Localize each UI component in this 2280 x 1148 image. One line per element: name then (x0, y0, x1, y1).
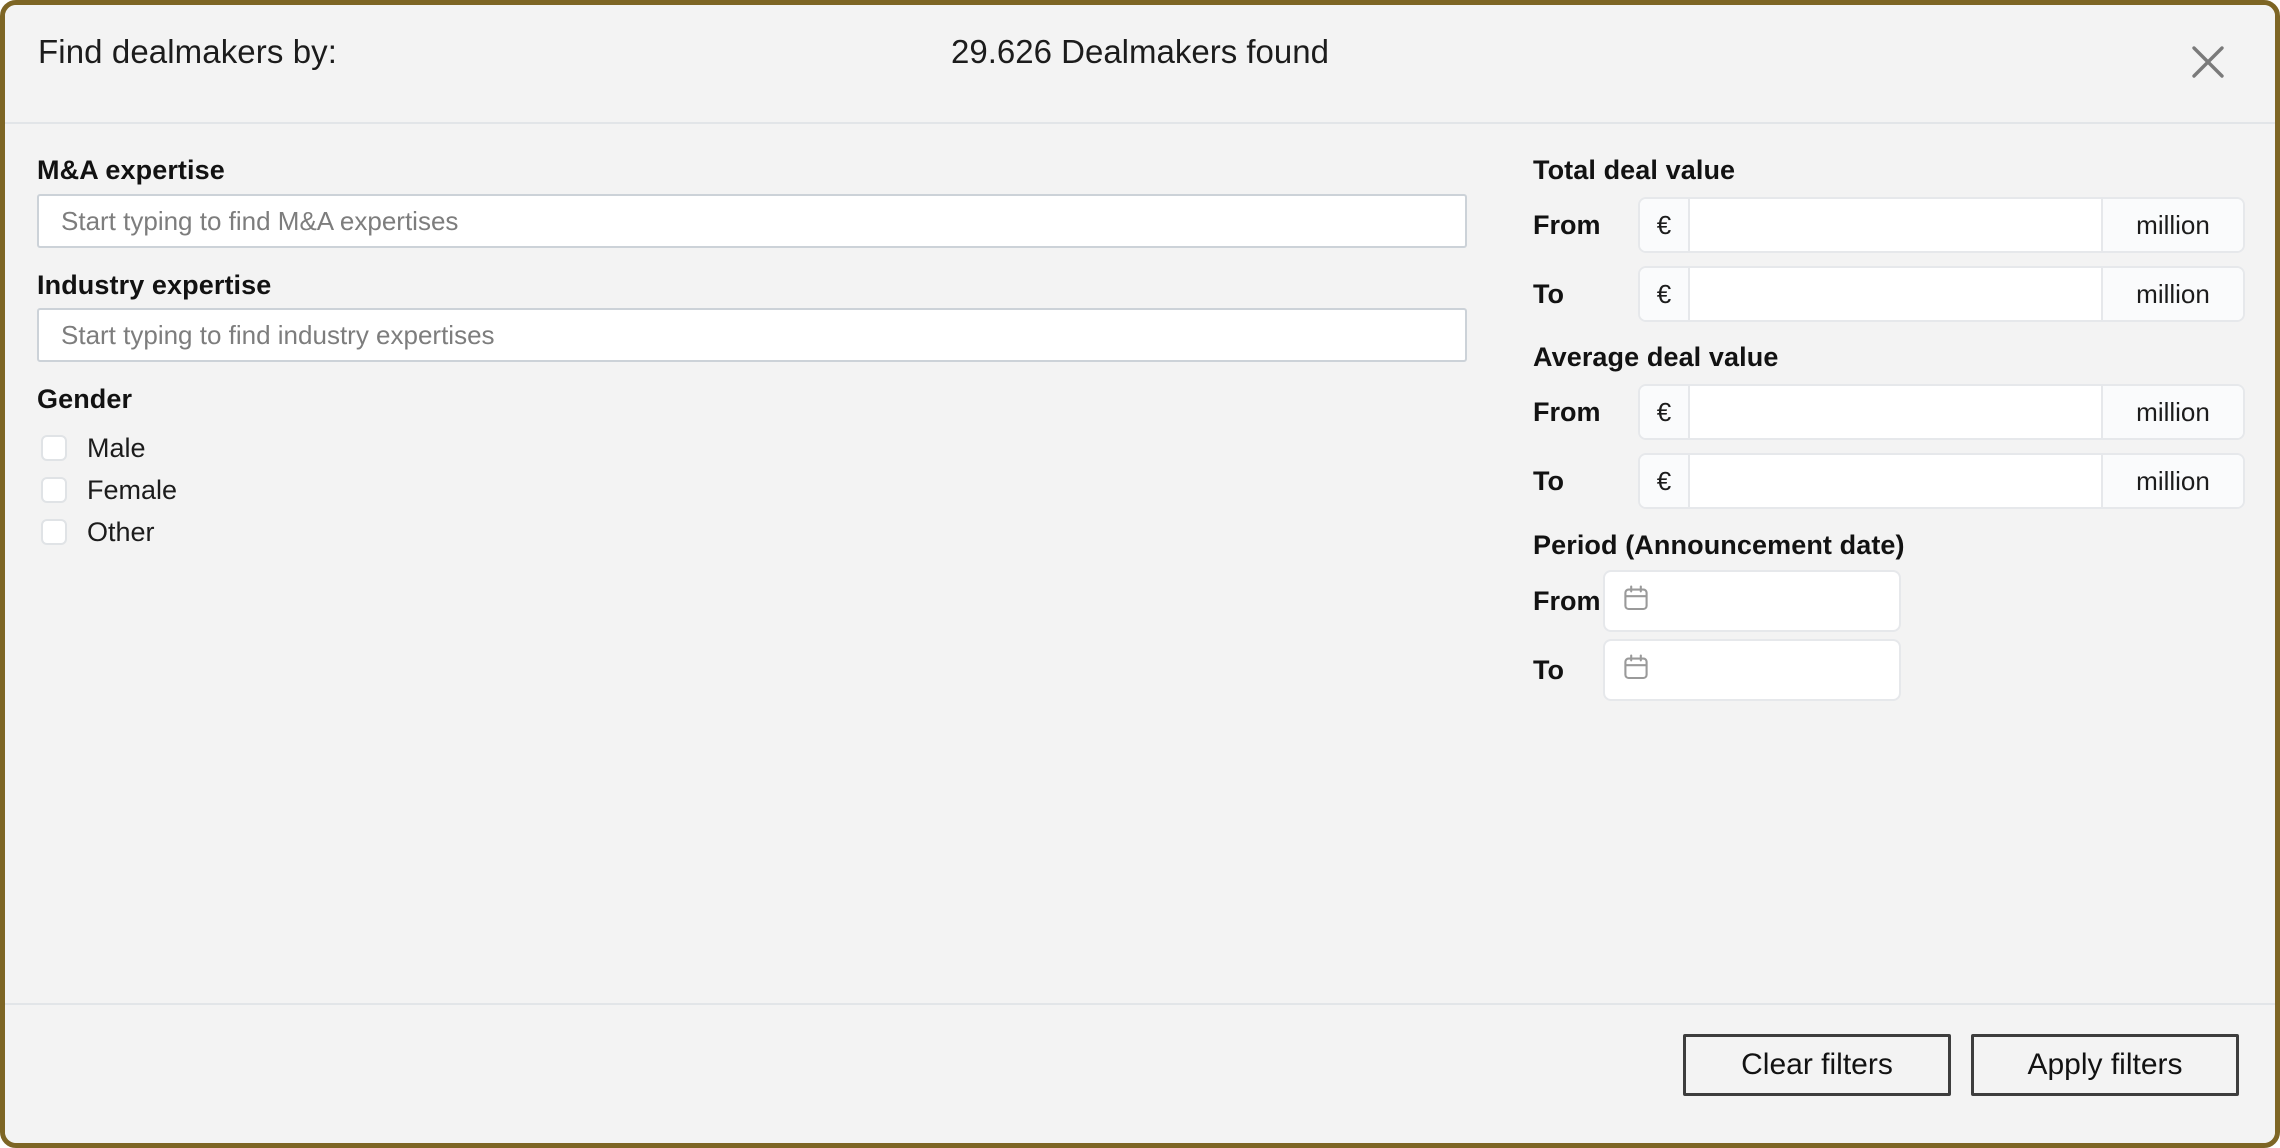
total-deal-value-label: Total deal value (1533, 155, 1736, 185)
checkbox-female[interactable] (41, 477, 67, 503)
average-deal-value-from-input[interactable] (1690, 386, 2101, 438)
from-label: From (1533, 209, 1601, 240)
industry-expertise-label: Industry expertise (37, 270, 272, 300)
results-count: 29.626 Dealmakers found (951, 33, 1329, 70)
ma-expertise-input[interactable] (37, 194, 1467, 248)
unit-label: million (2101, 268, 2243, 320)
period-to-row: To (1533, 639, 1901, 701)
calendar-icon (1623, 654, 1649, 686)
period-to-field[interactable] (1603, 639, 1901, 701)
gender-option-male[interactable]: Male (37, 427, 177, 469)
close-icon (2190, 44, 2226, 80)
currency-symbol: € (1640, 268, 1690, 320)
average-deal-value-to-input[interactable] (1690, 455, 2101, 507)
total-deal-value-to-group: € million (1638, 266, 2245, 322)
close-button[interactable] (2181, 35, 2235, 89)
total-deal-value-from-group: € million (1638, 197, 2245, 253)
ma-expertise-label: M&A expertise (37, 155, 225, 185)
currency-symbol: € (1640, 199, 1690, 251)
footer-actions: Clear filters Apply filters (1683, 1034, 2239, 1096)
period-to-input[interactable] (1649, 656, 1899, 684)
average-deal-value-label: Average deal value (1533, 342, 1779, 372)
average-deal-value-from-row: From € million (1533, 384, 2245, 440)
gender-option-label: Male (87, 432, 146, 463)
apply-filters-button[interactable]: Apply filters (1971, 1034, 2239, 1096)
to-label: To (1533, 278, 1564, 309)
currency-symbol: € (1640, 455, 1690, 507)
gender-option-label: Other (87, 516, 155, 547)
from-label: From (1533, 585, 1601, 616)
industry-expertise-input[interactable] (37, 308, 1467, 362)
from-label: From (1533, 396, 1601, 427)
period-label: Period (Announcement date) (1533, 530, 1905, 560)
dialog-body: M&A expertise Industry expertise Gender … (5, 124, 2275, 1003)
average-deal-value-to-group: € million (1638, 453, 2245, 509)
period-from-field[interactable] (1603, 570, 1901, 632)
clear-filters-button[interactable]: Clear filters (1683, 1034, 1951, 1096)
currency-symbol: € (1640, 386, 1690, 438)
total-deal-value-to-row: To € million (1533, 266, 2245, 322)
calendar-icon (1623, 585, 1649, 617)
gender-option-label: Female (87, 474, 178, 505)
gender-option-other[interactable]: Other (37, 511, 177, 553)
total-deal-value-to-input[interactable] (1690, 268, 2101, 320)
dialog-header: Find dealmakers by: 29.626 Dealmakers fo… (5, 5, 2275, 124)
to-label: To (1533, 465, 1564, 496)
find-dealmakers-dialog: Find dealmakers by: 29.626 Dealmakers fo… (0, 0, 2280, 1148)
gender-label: Gender (37, 384, 133, 414)
period-from-row: From (1533, 570, 1901, 632)
gender-options: Male Female Other (37, 427, 177, 553)
total-deal-value-from-input[interactable] (1690, 199, 2101, 251)
total-deal-value-from-row: From € million (1533, 197, 2245, 253)
unit-label: million (2101, 455, 2243, 507)
unit-label: million (2101, 386, 2243, 438)
period-from-input[interactable] (1649, 587, 1899, 615)
checkbox-other[interactable] (41, 519, 67, 545)
unit-label: million (2101, 199, 2243, 251)
average-deal-value-to-row: To € million (1533, 453, 2245, 509)
dialog-footer: Clear filters Apply filters (5, 1003, 2275, 1143)
average-deal-value-from-group: € million (1638, 384, 2245, 440)
gender-option-female[interactable]: Female (37, 469, 177, 511)
to-label: To (1533, 654, 1564, 685)
checkbox-male[interactable] (41, 435, 67, 461)
